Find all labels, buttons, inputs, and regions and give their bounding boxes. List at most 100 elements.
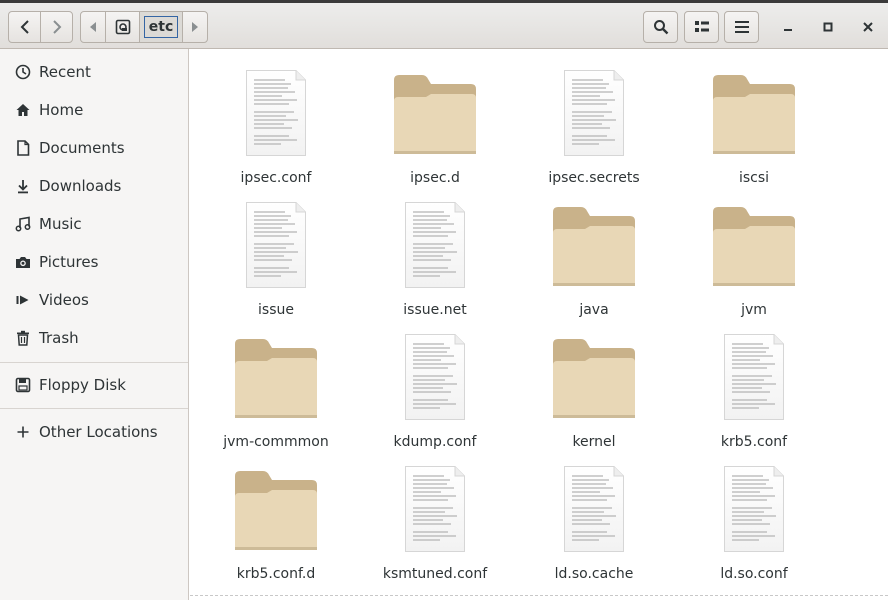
item-name: kernel (572, 434, 616, 450)
triangle-right-icon (192, 22, 198, 32)
text-file-icon (201, 200, 351, 296)
folder-item[interactable]: java (519, 200, 669, 325)
sidebar: Recent Home Documents Downloads Music Pi… (0, 49, 189, 600)
music-icon (14, 215, 32, 233)
sidebar-item-label: Pictures (39, 253, 99, 271)
item-name: issue (258, 302, 294, 318)
item-name: krb5.conf.d (236, 566, 316, 582)
text-file-icon (519, 68, 669, 164)
file-item[interactable]: ld.so.cache (519, 464, 669, 589)
hamburger-menu-icon (734, 21, 749, 33)
minimize-button[interactable] (776, 11, 800, 43)
documents-icon (14, 139, 32, 157)
back-button[interactable] (8, 11, 41, 43)
text-file-icon (679, 332, 829, 428)
sidebar-item-documents[interactable]: Documents (0, 129, 188, 167)
view-toggle-button[interactable] (684, 11, 719, 43)
item-name: jvm-commmon (223, 434, 329, 450)
forward-button[interactable] (40, 11, 73, 43)
sidebar-item-label: Music (39, 215, 82, 233)
sidebar-item-downloads[interactable]: Downloads (0, 167, 188, 205)
text-file-icon (360, 332, 510, 428)
text-file-icon (360, 464, 510, 560)
sidebar-item-music[interactable]: Music (0, 205, 188, 243)
sidebar-item-other-locations[interactable]: Other Locations (0, 413, 188, 451)
list-view-icon (694, 21, 709, 32)
text-file-icon (519, 464, 669, 560)
downloads-icon (14, 177, 32, 195)
sidebar-item-label: Floppy Disk (39, 376, 126, 394)
path-segment-etc[interactable]: etc (139, 11, 183, 43)
file-item[interactable]: ksmtuned.conf (360, 464, 510, 589)
path-scroll-right-button[interactable] (182, 11, 208, 43)
folder-item[interactable]: jvm-commmon (201, 332, 351, 457)
sidebar-item-trash[interactable]: Trash (0, 319, 188, 357)
file-item[interactable]: ipsec.conf (201, 68, 351, 193)
sidebar-item-label: Videos (39, 291, 89, 309)
item-name: ipsec.d (410, 170, 460, 186)
videos-icon (14, 291, 32, 309)
folder-item[interactable]: ipsec.d (360, 68, 510, 193)
folder-item[interactable]: kernel (519, 332, 669, 457)
sidebar-separator (0, 362, 188, 363)
sidebar-item-label: Trash (39, 329, 79, 347)
file-item[interactable]: kdump.conf (360, 332, 510, 457)
search-button[interactable] (643, 11, 678, 43)
file-item[interactable]: krb5.conf (679, 332, 829, 457)
item-name: ld.so.cache (554, 566, 634, 582)
folder-icon (519, 200, 669, 296)
sidebar-item-recent[interactable]: Recent (0, 53, 188, 91)
file-item[interactable]: issue.net (360, 200, 510, 325)
drive-icon (115, 19, 130, 35)
triangle-left-icon (90, 22, 96, 32)
camera-icon (14, 253, 32, 271)
folder-icon (679, 200, 829, 296)
folder-icon (519, 332, 669, 428)
chevron-left-icon (20, 20, 29, 34)
grid-bottom-edge (190, 595, 888, 596)
search-icon (653, 20, 668, 35)
menu-button[interactable] (724, 11, 759, 43)
text-file-icon (679, 464, 829, 560)
text-file-icon (201, 68, 351, 164)
chevron-right-icon (52, 20, 61, 34)
path-root-button[interactable] (105, 11, 140, 43)
maximize-button[interactable] (816, 11, 840, 43)
folder-icon (201, 464, 351, 560)
folder-icon (360, 68, 510, 164)
text-file-icon (360, 200, 510, 296)
sidebar-item-label: Home (39, 101, 84, 119)
file-item[interactable]: issue (201, 200, 351, 325)
sidebar-item-pictures[interactable]: Pictures (0, 243, 188, 281)
item-name: ld.so.conf (720, 566, 788, 582)
item-name: iscsi (738, 170, 770, 186)
folder-icon (201, 332, 351, 428)
sidebar-item-videos[interactable]: Videos (0, 281, 188, 319)
folder-icon (679, 68, 829, 164)
file-item[interactable]: ld.so.conf (679, 464, 829, 589)
plus-icon (14, 423, 32, 441)
home-icon (14, 101, 32, 119)
item-name: java (579, 302, 609, 318)
close-button[interactable] (856, 11, 880, 43)
item-name: ipsec.conf (240, 170, 312, 186)
sidebar-item-label: Documents (39, 139, 125, 157)
sidebar-item-floppy-disk[interactable]: Floppy Disk (0, 366, 188, 404)
folder-item[interactable]: jvm (679, 200, 829, 325)
folder-item[interactable]: krb5.conf.d (201, 464, 351, 589)
sidebar-item-home[interactable]: Home (0, 91, 188, 129)
item-name: krb5.conf (720, 434, 788, 450)
header-bar: etc (0, 3, 888, 49)
floppy-disk-icon (14, 376, 32, 394)
item-name: jvm (741, 302, 767, 318)
sidebar-separator (0, 408, 188, 409)
sidebar-item-label: Downloads (39, 177, 122, 195)
close-icon (863, 22, 873, 32)
maximize-icon (823, 22, 833, 32)
file-manager-window: etc Recent Home Documents Downloads Musi… (0, 0, 888, 600)
item-name: issue.net (403, 302, 467, 318)
path-scroll-left-button[interactable] (80, 11, 106, 43)
folder-item[interactable]: iscsi (679, 68, 829, 193)
sidebar-item-label: Other Locations (39, 423, 158, 441)
file-item[interactable]: ipsec.secrets (519, 68, 669, 193)
